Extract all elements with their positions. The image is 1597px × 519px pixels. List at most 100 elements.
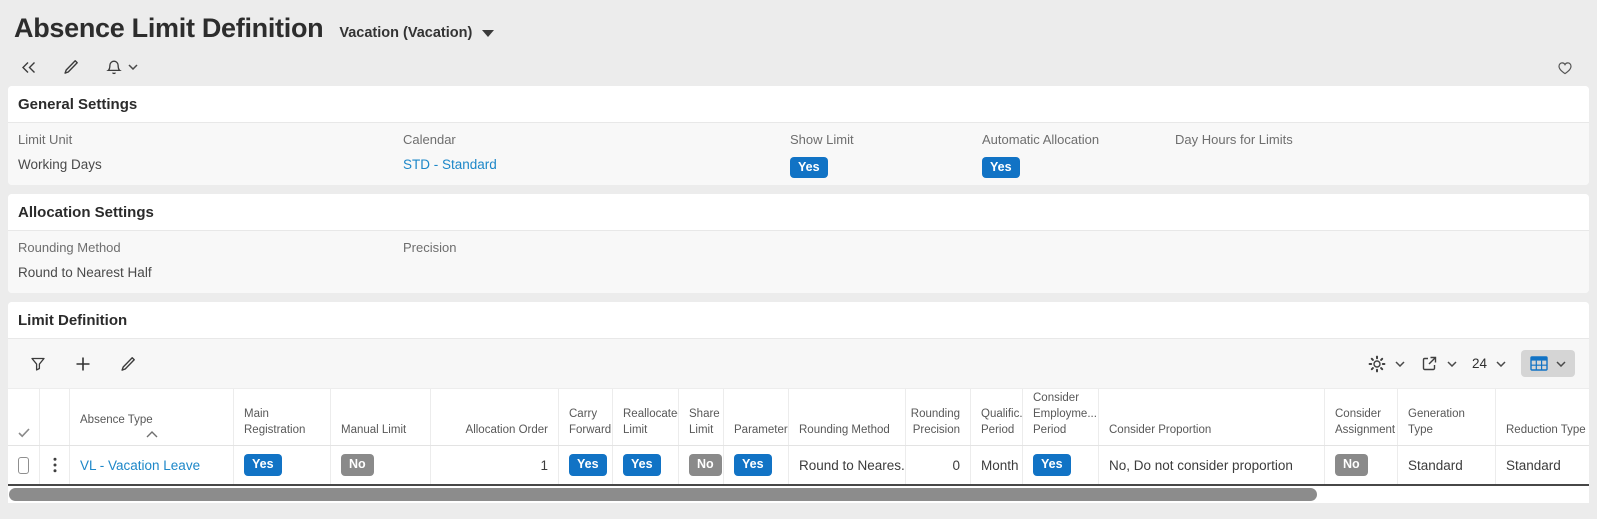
cell-rounding-precision: 0 <box>906 446 971 484</box>
grid-view-dropdown[interactable] <box>1521 350 1575 377</box>
cell-consider-proportion: No, Do not consider proportion <box>1099 446 1325 484</box>
context-selector-label: Vacation (Vacation) <box>339 25 473 41</box>
column-header-rounding-method[interactable]: Rounding Method <box>789 389 906 445</box>
field-limit-unit: Limit Unit Working Days <box>18 132 102 174</box>
horizontal-scrollbar <box>8 486 1589 503</box>
status-badge-yes: Yes <box>569 454 607 476</box>
general-settings-section: General Settings Limit Unit Working Days… <box>8 86 1589 185</box>
notifications-button[interactable] <box>106 59 138 76</box>
calendar-link[interactable]: STD - Standard <box>403 157 497 172</box>
status-badge-yes: Yes <box>982 157 1020 179</box>
cell-allocation-order: 1 <box>431 446 559 484</box>
table-settings-dropdown[interactable] <box>1368 355 1405 373</box>
cell-rounding-method: Round to Neares... <box>789 446 906 484</box>
page-size-dropdown[interactable]: 24 <box>1472 356 1506 371</box>
favorite-button[interactable] <box>1557 60 1573 75</box>
pencil-icon <box>120 356 136 372</box>
status-badge-no: No <box>1335 454 1368 476</box>
column-header-consider-assignment[interactable]: Consider Assignment <box>1325 389 1398 445</box>
cell-generation-type: Standard <box>1398 446 1496 484</box>
double-chevron-left-icon <box>21 61 36 74</box>
cell-absence-type: VL - Vacation Leave <box>70 446 234 484</box>
pencil-icon <box>63 59 79 75</box>
allocation-settings-title: Allocation Settings <box>8 194 1589 231</box>
heart-icon <box>1557 60 1573 75</box>
status-badge-yes: Yes <box>1033 454 1071 476</box>
gear-icon <box>1368 355 1386 373</box>
cell-main-registration: Yes <box>234 446 331 484</box>
export-dropdown[interactable] <box>1420 355 1457 373</box>
column-header-carry-forward[interactable]: Carry Forward <box>559 389 613 445</box>
status-badge-yes: Yes <box>734 454 772 476</box>
status-badge-yes: Yes <box>623 454 661 476</box>
column-header-generation-type[interactable]: Generation Type <box>1398 389 1496 445</box>
collapse-button[interactable] <box>21 61 36 74</box>
field-calendar: Calendar STD - Standard <box>403 132 497 174</box>
column-header-rounding-precision[interactable]: Rounding Precision <box>906 389 971 445</box>
filter-button[interactable] <box>30 356 46 372</box>
column-header-share-limit[interactable]: Share Limit <box>679 389 724 445</box>
column-header-reduction-type[interactable]: Reduction Type <box>1496 389 1589 445</box>
absence-type-link[interactable]: VL - Vacation Leave <box>80 458 200 473</box>
allocation-settings-section: Allocation Settings Rounding Method Roun… <box>8 194 1589 293</box>
add-button[interactable] <box>75 356 91 372</box>
action-bar <box>0 48 1597 86</box>
status-badge-yes: Yes <box>790 157 828 179</box>
field-value <box>1175 157 1293 174</box>
cell-reduction-type: Standard <box>1506 457 1561 473</box>
plus-icon <box>75 356 91 372</box>
column-header-main-registration[interactable]: Main Registration <box>234 389 331 445</box>
page-header: Absence Limit Definition Vacation (Vacat… <box>0 0 1597 44</box>
field-label: Show Limit <box>790 132 854 147</box>
row-menu-cell <box>40 446 70 484</box>
row-checkbox[interactable] <box>18 456 29 474</box>
row-select-cell <box>8 446 40 484</box>
column-header-allocation-order[interactable]: Allocation Order <box>431 389 559 445</box>
field-show-limit: Show Limit Yes <box>790 132 854 179</box>
column-header-manual-limit[interactable]: Manual Limit <box>331 389 431 445</box>
chevron-down-icon <box>1556 360 1566 367</box>
chevron-down-icon <box>128 64 138 70</box>
column-label: Absence Type <box>80 413 153 426</box>
allocation-settings-body: Rounding Method Round to Nearest Half Pr… <box>8 231 1589 293</box>
chevron-down-icon <box>1447 360 1457 367</box>
column-header-reallocated-limit[interactable]: Reallocated Limit <box>613 389 679 445</box>
status-badge-no: No <box>689 454 722 476</box>
page-title: Absence Limit Definition <box>14 13 324 43</box>
table-header-row: Absence Type Main Registration Manual Li… <box>8 389 1589 446</box>
field-label: Limit Unit <box>18 132 73 147</box>
context-selector[interactable]: Vacation (Vacation) <box>339 25 495 41</box>
column-header-consider-proportion[interactable]: Consider Proportion <box>1099 389 1325 445</box>
page-size-value: 24 <box>1471 356 1487 371</box>
cell-carry-forward: Yes <box>559 446 613 484</box>
cell-share-limit: No <box>679 446 724 484</box>
cell-consider-employment-period: Yes <box>1023 446 1099 484</box>
cell-parameters: Yes <box>724 446 789 484</box>
field-label: Rounding Method <box>18 240 121 255</box>
column-header-qualification-period[interactable]: Qualific... Period <box>971 389 1023 445</box>
field-label: Day Hours for Limits <box>1175 132 1293 147</box>
edit-button[interactable] <box>63 59 79 75</box>
cell-reallocated-limit: Yes <box>613 446 679 484</box>
select-all-header[interactable] <box>8 389 40 445</box>
column-header-consider-employment-period[interactable]: Consider Employme... Period <box>1023 389 1099 445</box>
edit-row-button[interactable] <box>120 356 136 372</box>
column-header-absence-type[interactable]: Absence Type <box>70 389 234 445</box>
limit-definition-title: Limit Definition <box>8 302 1589 339</box>
field-value: Round to Nearest Half <box>18 265 152 280</box>
caret-down-icon <box>482 29 495 37</box>
export-icon <box>1420 355 1438 373</box>
field-automatic-allocation: Automatic Allocation Yes <box>982 132 1100 179</box>
field-precision: Precision <box>403 240 456 282</box>
table-grid-icon <box>1530 356 1548 371</box>
cell-consider-assignment: No <box>1325 446 1398 484</box>
field-day-hours-for-limits: Day Hours for Limits <box>1175 132 1293 174</box>
field-rounding-method: Rounding Method Round to Nearest Half <box>18 240 152 282</box>
horizontal-scrollbar-thumb[interactable] <box>9 488 1317 501</box>
field-label: Precision <box>403 240 457 255</box>
sort-ascending-icon <box>146 431 158 438</box>
field-value: Working Days <box>18 157 102 172</box>
kebab-menu-icon[interactable] <box>53 457 57 473</box>
column-header-parameters[interactable]: Parameters <box>724 389 789 445</box>
field-label: Automatic Allocation <box>982 132 1100 147</box>
